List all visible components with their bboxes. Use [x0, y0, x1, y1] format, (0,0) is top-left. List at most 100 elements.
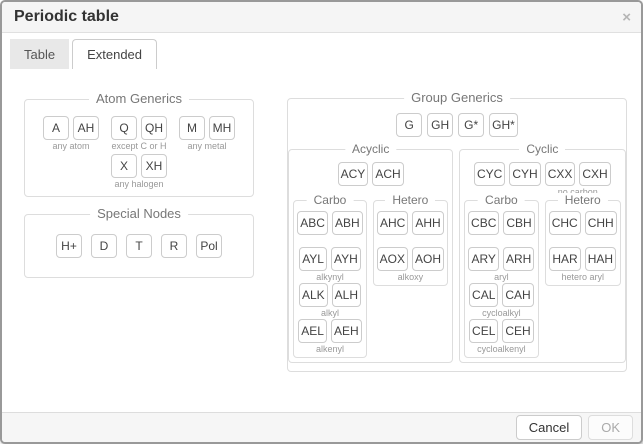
- button-group: CELCEHcycloalkenyl: [468, 319, 535, 355]
- generic-button-har[interactable]: HAR: [549, 247, 580, 271]
- section-cyclic-carbo: CarboCBCCBHARYARHarylCALCAHcycloalkylCEL…: [464, 200, 539, 358]
- generic-button-cel[interactable]: CEL: [469, 319, 498, 343]
- ok-button[interactable]: OK: [588, 415, 633, 440]
- button-row: CBCCBH: [468, 211, 535, 235]
- generic-button-aoh[interactable]: AOH: [412, 247, 444, 271]
- button-row: QQH: [111, 116, 167, 140]
- generic-button-ahc[interactable]: AHC: [377, 211, 408, 235]
- generic-button-mh[interactable]: MH: [209, 116, 235, 140]
- generic-button-cxh[interactable]: CXH: [579, 162, 610, 186]
- atom-generics-body: AAHany atom QQHexcept C or H MMHany metal X…: [33, 116, 245, 190]
- section-cyclic-hetero: HeteroCHCCHHHARHAHhetero aryl: [545, 200, 621, 286]
- generic-button-xh[interactable]: XH: [141, 154, 167, 178]
- section-group-generics: Group Generics GGHG*GH* AcyclicACYACHCar…: [287, 98, 627, 372]
- group-caption: alkynyl: [316, 272, 344, 283]
- generic-button-g[interactable]: G: [396, 113, 422, 137]
- group-caption: alkyl: [321, 308, 339, 319]
- section-legend: Hetero: [385, 193, 435, 207]
- generic-button-ayl[interactable]: AYL: [299, 247, 327, 271]
- group-caption: alkoxy: [398, 272, 424, 283]
- tab-table[interactable]: Table: [10, 39, 69, 69]
- generic-button-g-star[interactable]: G*: [458, 113, 484, 137]
- generic-button-t[interactable]: T: [126, 234, 152, 258]
- generic-button-qh[interactable]: QH: [141, 116, 167, 140]
- dialog-title: Periodic table: [14, 8, 119, 26]
- cyclic-columns: CarboCBCCBHARYARHarylCALCAHcycloalkylCEL…: [464, 200, 621, 358]
- generic-button-h-plus[interactable]: H+: [56, 234, 82, 258]
- generic-button-ael[interactable]: AEL: [298, 319, 327, 343]
- generic-button-a[interactable]: A: [43, 116, 69, 140]
- generic-button-d[interactable]: D: [91, 234, 117, 258]
- group-generics-legend: Group Generics: [404, 90, 510, 105]
- close-icon[interactable]: ×: [622, 10, 631, 25]
- button-row: AELAEH: [298, 319, 361, 343]
- generic-button-acy[interactable]: ACY: [338, 162, 369, 186]
- generic-button-arh[interactable]: ARH: [503, 247, 534, 271]
- generic-button-gh[interactable]: GH: [427, 113, 453, 137]
- generic-button-ary[interactable]: ARY: [468, 247, 498, 271]
- button-group: QQHexcept C or H: [111, 116, 167, 152]
- atom-generics-row: XXHany halogen: [33, 154, 245, 190]
- generic-button-m[interactable]: M: [179, 116, 205, 140]
- generic-button-gh-star[interactable]: GH*: [489, 113, 518, 137]
- generic-button-cyh[interactable]: CYH: [509, 162, 540, 186]
- generic-button-chc[interactable]: CHC: [549, 211, 581, 235]
- button-group: ALKALHalkyl: [297, 283, 362, 319]
- dialog-content: Atom Generics AAHany atomQQHexcept C or …: [2, 69, 641, 412]
- group-caption: cycloalkyl: [482, 308, 521, 319]
- generic-button-x[interactable]: X: [111, 154, 137, 178]
- section-acyclic-hetero: HeteroAHCAHHAOXAOHalkoxy: [373, 200, 448, 286]
- button-row: CELCEH: [469, 319, 534, 343]
- button-row: MMH: [179, 116, 235, 140]
- generic-button-aeh[interactable]: AEH: [331, 319, 362, 343]
- button-group: CBCCBH: [468, 211, 535, 247]
- button-row: HARHAH: [549, 247, 616, 271]
- dialog-titlebar: Periodic table ×: [2, 2, 641, 33]
- generic-button-cbc[interactable]: CBC: [468, 211, 499, 235]
- button-row: CHCCHH: [549, 211, 617, 235]
- dialog-footer: Cancel OK: [2, 412, 641, 442]
- generic-button-cbh[interactable]: CBH: [503, 211, 534, 235]
- button-group: AELAEHalkenyl: [297, 319, 362, 355]
- generic-button-ceh[interactable]: CEH: [502, 319, 533, 343]
- group-caption: any atom: [52, 141, 89, 152]
- group-caption: any halogen: [114, 179, 163, 190]
- generic-button-r[interactable]: R: [161, 234, 187, 258]
- section-acyclic-carbo: CarboABCABHAYLAYHalkynylALKALHalkylAELAE…: [293, 200, 366, 358]
- generic-button-hah[interactable]: HAH: [585, 247, 616, 271]
- generic-button-cah[interactable]: CAH: [502, 283, 533, 307]
- group-caption: except C or H: [111, 141, 166, 152]
- generic-button-abc[interactable]: ABC: [297, 211, 328, 235]
- generic-button-ach[interactable]: ACH: [372, 162, 403, 186]
- generic-button-ahh[interactable]: AHH: [412, 211, 443, 235]
- generic-button-pol[interactable]: Pol: [196, 234, 222, 258]
- group-generics-top-row: GGHG*GH*: [294, 113, 620, 137]
- generic-button-aox[interactable]: AOX: [377, 247, 408, 271]
- button-row: CALCAH: [469, 283, 534, 307]
- button-group: HARHAHhetero aryl: [549, 247, 617, 283]
- button-group: AYLAYHalkynyl: [297, 247, 362, 283]
- button-row: AOXAOH: [377, 247, 444, 271]
- generic-button-cxx[interactable]: CXX: [545, 162, 576, 186]
- tab-bar: TableExtended: [2, 33, 641, 69]
- tab-extended[interactable]: Extended: [72, 39, 157, 69]
- generic-button-ayh[interactable]: AYH: [331, 247, 361, 271]
- generic-button-cal[interactable]: CAL: [469, 283, 498, 307]
- cancel-button[interactable]: Cancel: [516, 415, 582, 440]
- generic-button-alh[interactable]: ALH: [332, 283, 361, 307]
- button-row: ALKALH: [299, 283, 361, 307]
- periodic-table-dialog: Periodic table × TableExtended Atom Gene…: [0, 0, 643, 444]
- generic-button-abh[interactable]: ABH: [332, 211, 363, 235]
- generic-button-chh[interactable]: CHH: [585, 211, 617, 235]
- atom-generics-row: AAHany atom QQHexcept C or H MMHany metal: [33, 116, 245, 152]
- generic-button-ah[interactable]: AH: [73, 116, 99, 140]
- button-row: CXXCXH: [545, 162, 611, 186]
- generic-button-q[interactable]: Q: [111, 116, 137, 140]
- section-legend: Cyclic: [519, 142, 565, 156]
- group-caption: aryl: [494, 272, 509, 283]
- generic-button-cyc[interactable]: CYC: [474, 162, 505, 186]
- generic-button-alk[interactable]: ALK: [299, 283, 328, 307]
- button-row: ABCABH: [297, 211, 362, 235]
- group-caption: any metal: [187, 141, 226, 152]
- section-legend: Carbo: [307, 193, 354, 207]
